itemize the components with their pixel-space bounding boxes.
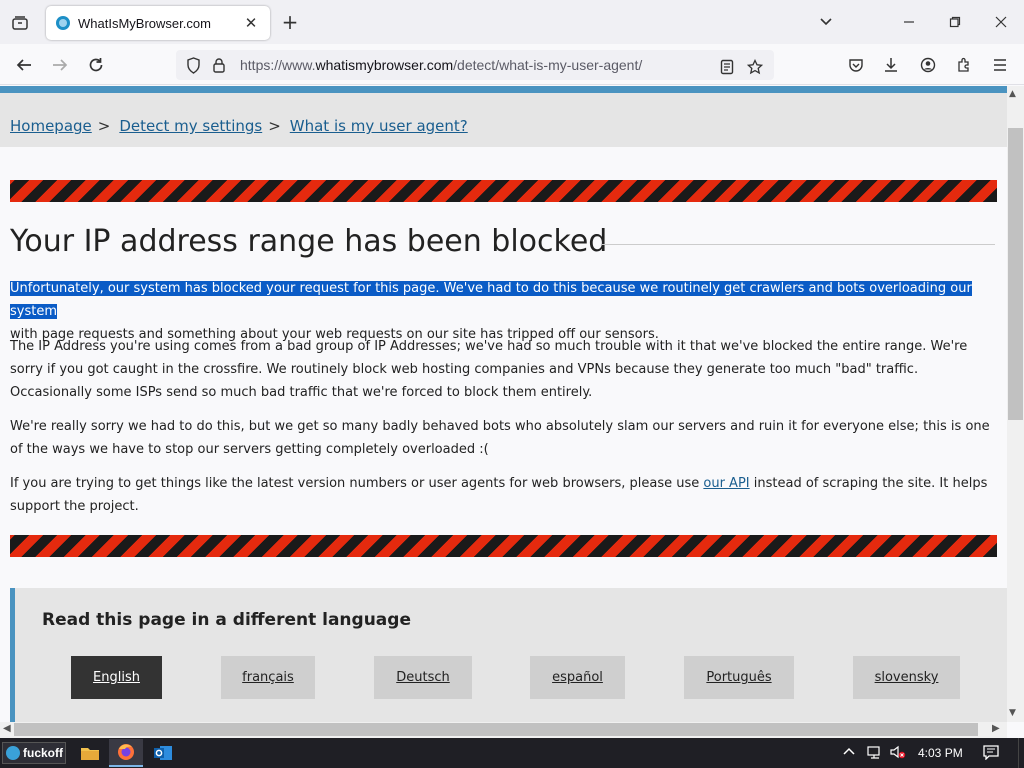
url-path: /detect/what-is-my-user-agent/	[453, 57, 643, 73]
vertical-scrollbar-thumb[interactable]	[1008, 128, 1023, 420]
close-window-icon[interactable]	[980, 8, 1022, 36]
chevron-up-icon[interactable]	[842, 744, 856, 764]
selected-text: Unfortunately, our system has blocked yo…	[10, 281, 972, 319]
scroll-left-arrow-icon[interactable]: ◀	[3, 723, 11, 734]
tab-bar: WhatIsMyBrowser.com ✕ +	[0, 0, 1024, 44]
url-text[interactable]: https://www.whatismybrowser.com/detect/w…	[240, 57, 642, 73]
language-button-english[interactable]: English	[71, 656, 162, 699]
minimize-icon[interactable]	[888, 8, 930, 36]
scroll-right-arrow-icon[interactable]: ▶	[992, 723, 1000, 734]
our-api-link[interactable]: our API	[703, 476, 749, 491]
language-section: Read this page in a different language E…	[10, 588, 1007, 722]
volume-muted-icon[interactable]	[889, 744, 907, 764]
bookmark-star-icon[interactable]	[742, 52, 768, 82]
menu-icon[interactable]	[986, 52, 1014, 78]
clock[interactable]: 4:03 PM	[918, 746, 963, 760]
url-prefix: https://www.	[240, 57, 316, 73]
language-button-espanol[interactable]: español	[530, 656, 625, 699]
language-button-francais[interactable]: français	[221, 656, 315, 699]
scroll-down-arrow-icon[interactable]: ▼	[1009, 708, 1016, 718]
breadcrumb-detect-link[interactable]: Detect my settings	[119, 117, 262, 135]
breadcrumb-bar: Homepage > Detect my settings > What is my u…	[0, 93, 1007, 147]
new-tab-icon[interactable]: +	[278, 10, 302, 34]
breadcrumb-current-link[interactable]: What is my user agent?	[290, 117, 468, 135]
pocket-icon[interactable]	[842, 52, 870, 78]
downloads-icon[interactable]	[877, 52, 905, 78]
reader-view-icon[interactable]	[714, 52, 740, 82]
paragraph-ip-range: The IP Address you're using comes from a…	[10, 339, 968, 400]
breadcrumb-home-link[interactable]: Homepage	[10, 117, 92, 135]
firefox-icon[interactable]	[109, 739, 143, 767]
page-viewport: Homepage > Detect my settings > What is my u…	[0, 86, 1007, 722]
language-button-slovensky[interactable]: slovensky	[853, 656, 960, 699]
back-icon[interactable]	[10, 52, 38, 78]
show-desktop-button[interactable]	[1018, 738, 1024, 768]
language-section-heading: Read this page in a different language	[42, 610, 411, 630]
breadcrumb-separator: >	[268, 117, 281, 135]
navigation-toolbar: https://www.whatismybrowser.com/detect/w…	[0, 44, 1024, 85]
account-icon[interactable]	[914, 52, 942, 78]
hazard-stripe-top	[10, 180, 997, 202]
reload-icon[interactable]	[82, 52, 110, 78]
globe-icon	[6, 746, 20, 760]
language-button-deutsch[interactable]: Deutsch	[374, 656, 472, 699]
extensions-icon[interactable]	[950, 52, 978, 78]
top-accent-stripe	[0, 86, 1007, 93]
paragraph-apology: We're really sorry we had to do this, bu…	[10, 419, 990, 457]
tab-title: WhatIsMyBrowser.com	[78, 15, 211, 31]
lock-icon[interactable]	[206, 50, 232, 80]
list-all-tabs-icon[interactable]	[814, 10, 838, 34]
file-explorer-icon[interactable]	[73, 739, 107, 767]
scroll-up-arrow-icon[interactable]: ▲	[1009, 89, 1016, 99]
hazard-stripe-bottom	[10, 535, 997, 557]
tab-list-icon[interactable]	[6, 9, 34, 37]
active-tab[interactable]: WhatIsMyBrowser.com ✕	[46, 6, 270, 40]
maximize-icon[interactable]	[934, 8, 976, 36]
start-button-label: fuckoff	[23, 746, 63, 760]
paragraph-api: If you are trying to get things like the…	[10, 472, 998, 518]
start-button[interactable]: fuckoff	[2, 742, 66, 764]
forward-icon[interactable]	[46, 52, 74, 78]
breadcrumb: Homepage > Detect my settings > What is my u…	[10, 117, 468, 135]
paragraph-text: If you are trying to get things like the…	[10, 476, 704, 491]
favicon-icon	[56, 16, 70, 30]
url-domain: whatismybrowser.com	[315, 57, 454, 73]
address-bar[interactable]: https://www.whatismybrowser.com/detect/w…	[176, 50, 774, 80]
page-title: Your IP address range has been blocked	[10, 224, 608, 259]
horizontal-scrollbar-thumb[interactable]	[14, 723, 978, 736]
shield-icon[interactable]	[180, 50, 206, 80]
language-button-portugues[interactable]: Português	[684, 656, 794, 699]
breadcrumb-separator: >	[97, 117, 111, 135]
taskbar: fuckoff 4:03 PM	[0, 738, 1024, 768]
outlook-icon[interactable]	[146, 739, 180, 767]
network-icon[interactable]	[866, 744, 884, 764]
notifications-icon[interactable]	[982, 744, 1000, 764]
close-tab-icon[interactable]: ✕	[242, 14, 260, 32]
heading-divider	[602, 244, 995, 245]
